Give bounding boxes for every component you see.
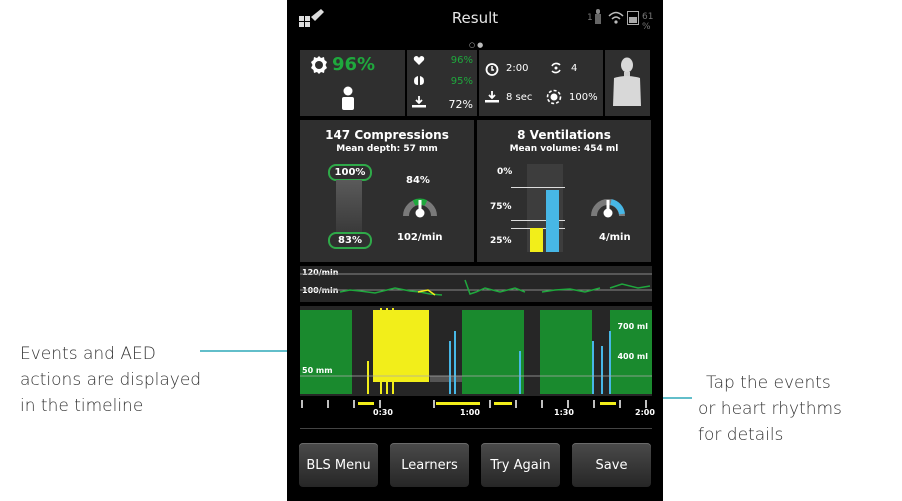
bls-menu-button[interactable]: BLS Menu	[299, 443, 378, 487]
signal-count: 1	[587, 13, 593, 23]
right-callout-line1: Tap the events	[706, 373, 831, 393]
tablet-screen: Result 1 61 % ○● 96% 96% 95% 72% 2:00 4 …	[287, 0, 663, 501]
recoil: 100%	[569, 92, 598, 103]
compression-score: 96%	[450, 55, 473, 66]
status-bar: Result 1 61 %	[287, 0, 663, 38]
rate-trace	[300, 273, 652, 296]
manikin-icon	[613, 57, 641, 106]
try-again-button[interactable]: Try Again	[481, 443, 560, 487]
ventilations-subtitle: Mean volume: 454 ml	[509, 144, 619, 154]
save-button[interactable]: Save	[572, 443, 651, 487]
depth-top-badge: 100%	[328, 164, 372, 181]
ventilation-rate: 4/min	[599, 232, 631, 243]
level-mid: 75%	[490, 202, 512, 212]
tick-0-30: 0:30	[373, 408, 393, 417]
duration: 2:00	[506, 63, 529, 74]
ventilations-title: 8 Ventilations	[517, 128, 611, 142]
compression-rate: 102/min	[397, 232, 443, 243]
compressions-subtitle: Mean depth: 57 mm	[336, 144, 438, 154]
compressions-panel[interactable]: 147 Compressions Mean depth: 57 mm 100% …	[300, 120, 474, 262]
right-callout-line2: or heart rhythms	[698, 399, 842, 419]
page-indicator: ○●	[469, 41, 486, 49]
tick-1-00: 1:00	[460, 408, 480, 417]
battery-icon	[627, 11, 639, 25]
tick-1-30: 1:30	[554, 408, 574, 417]
hands-off-time: 8 sec	[506, 92, 533, 103]
depth-label: 50 mm	[302, 366, 333, 375]
volume-fill-yellow	[530, 228, 543, 252]
right-callout: Tap the events or heart rhythms for deta…	[698, 370, 842, 448]
events-chart	[300, 308, 652, 394]
ventilations-panel[interactable]: 8 Ventilations Mean volume: 454 ml 0% 75…	[477, 120, 651, 262]
screen-title: Result	[451, 9, 499, 27]
quality-panel[interactable]: 96% 95% 72%	[407, 50, 477, 116]
left-callout-line1: Events and AED	[20, 344, 156, 364]
total-score: 96%	[332, 54, 376, 75]
timer-icon	[485, 63, 499, 76]
left-callout-line3: in the timeline	[20, 396, 144, 416]
depth-bottom-badge: 83%	[328, 232, 372, 249]
hands-off-icon	[485, 91, 499, 103]
cycles: 4	[571, 63, 578, 74]
score-panel[interactable]: 96%	[300, 50, 405, 116]
learners-button[interactable]: Learners	[390, 443, 469, 487]
rate-timeline[interactable]: 120/min 100/min	[300, 266, 652, 302]
lungs-icon	[414, 76, 424, 85]
heart-icon	[413, 56, 425, 65]
compressions-title: 147 Compressions	[325, 128, 449, 142]
level-low: 25%	[490, 236, 512, 246]
vent-rate-gauge-icon	[591, 199, 625, 218]
volume-line-top	[511, 187, 565, 188]
left-callout: Events and AED actions are displayed in …	[20, 341, 201, 419]
depth-bar	[336, 180, 362, 232]
divider	[300, 428, 652, 429]
session-panel[interactable]: 2:00 4 8 sec 100%	[479, 50, 603, 116]
level-top: 0%	[497, 167, 513, 177]
volume-fill-blue	[546, 190, 559, 252]
manikin-status-icon	[595, 9, 601, 24]
right-callout-line3: for details	[698, 425, 784, 445]
award-icon	[311, 56, 327, 74]
wifi-icon	[608, 11, 624, 24]
ventilation-score: 95%	[450, 76, 473, 87]
manikin-panel[interactable]	[605, 50, 650, 116]
left-callout-line2: actions are displayed	[20, 370, 202, 390]
tick-2-00: 2:00	[635, 408, 655, 417]
rate-gauge-icon	[403, 198, 437, 218]
flow-icon	[412, 96, 426, 108]
vol-high-label: 700 ml	[617, 322, 648, 331]
rate-percent: 84%	[406, 175, 430, 186]
recoil-icon	[546, 89, 562, 105]
vol-low-label: 400 ml	[617, 352, 648, 361]
cycles-icon	[551, 62, 561, 74]
person-icon	[342, 86, 354, 110]
flow-score: 72%	[448, 98, 473, 111]
battery-percent: 61 %	[642, 12, 654, 32]
events-timeline[interactable]: 700 ml 400 ml 50 mm	[300, 306, 652, 396]
